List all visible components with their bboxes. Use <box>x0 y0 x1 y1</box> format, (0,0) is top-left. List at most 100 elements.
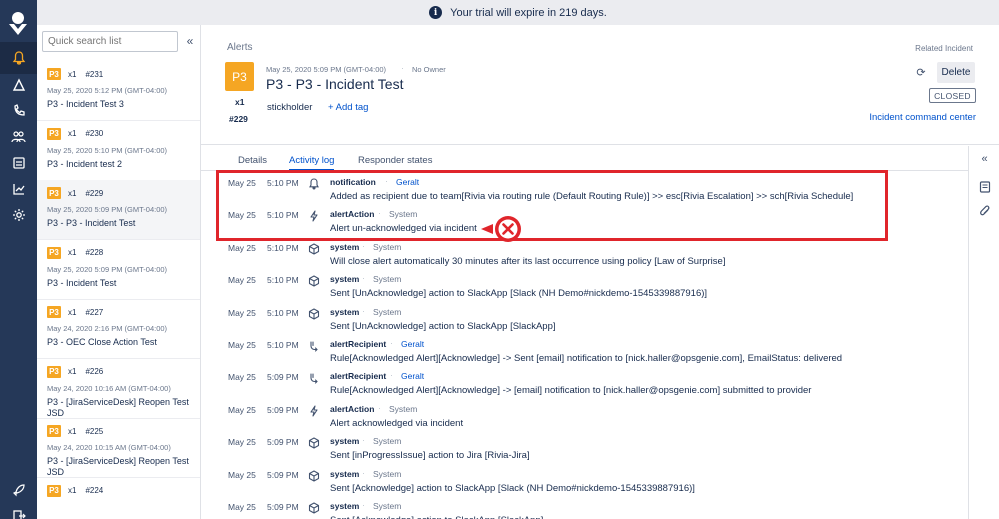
separator-dot: · <box>390 338 393 348</box>
log-message: Rule[Acknowledged Alert][Acknowledge] ->… <box>330 385 812 397</box>
log-type: alertRecipient <box>330 371 387 382</box>
tab-details[interactable]: Details <box>238 155 267 171</box>
alert-title: P3 - Incident Test 3 <box>47 99 124 109</box>
alert-list-panel: « P3 x1 #231 May 25, 2020 5:12 PM (GMT-04:0… <box>37 25 201 519</box>
alert-tabs: Details Activity log Responder states <box>201 146 968 171</box>
list-item[interactable]: P3 x1 #226 May 24, 2020 10:16 AM (GMT-04:00… <box>37 359 200 419</box>
priority-badge: P3 <box>47 365 61 378</box>
right-rail: « <box>968 146 999 519</box>
priority-badge: P3 <box>47 187 61 199</box>
log-actor[interactable]: Geralt <box>401 371 424 381</box>
log-time: 5:10 PM <box>267 242 299 253</box>
alert-count: x1 <box>68 307 77 317</box>
separator-dot: · <box>362 305 365 316</box>
priority-badge: P3 <box>47 127 61 140</box>
alert-number: #226 <box>85 367 104 376</box>
priority-badge: P3 <box>47 425 61 437</box>
alert-owner[interactable]: No Owner <box>412 65 446 74</box>
priority-badge: P3 <box>47 68 61 80</box>
log-actor[interactable]: Geralt <box>401 339 424 349</box>
log-row: May 25 5:10 PM system · System Will close ale… <box>201 237 968 270</box>
log-date: May 25 <box>228 502 256 512</box>
expand-panel-icon[interactable]: « <box>978 153 991 166</box>
log-time: 5:10 PM <box>267 307 299 318</box>
alert-count: x1 <box>68 486 77 495</box>
log-date: May 25 <box>228 242 256 253</box>
separator-dot: · <box>401 63 404 73</box>
separator-dot: · <box>362 435 365 446</box>
incident-command-center-link[interactable]: Incident command center <box>869 112 976 123</box>
log-date: May 25 <box>228 469 256 480</box>
refresh-icon[interactable]: ⟳ <box>914 66 928 80</box>
log-time: 5:09 PM <box>267 502 299 512</box>
add-tag-link[interactable]: + Add tag <box>328 102 368 113</box>
alert-date: May 25, 2020 5:10 PM (GMT-04:00) <box>47 145 168 155</box>
log-actor: System <box>373 241 402 252</box>
alert-count: x1 <box>68 129 77 138</box>
delete-button[interactable]: Delete <box>937 62 975 83</box>
trial-banner-text: Your trial will expire in 219 days. <box>450 6 607 19</box>
tab-activity-log[interactable]: Activity log <box>289 155 335 171</box>
list-item[interactable]: P3 x1 #228 May 25, 2020 5:09 PM (GMT-04:00)… <box>37 240 200 300</box>
bolt-icon <box>308 404 320 417</box>
alert-number: #225 <box>85 426 104 436</box>
log-type: system <box>330 274 360 285</box>
alert-count: x1 <box>68 188 77 198</box>
attachment-icon[interactable] <box>978 205 991 218</box>
settings-icon[interactable] <box>0 199 37 231</box>
log-row: May 25 5:09 PM alertAction · System Alert ack… <box>201 399 968 432</box>
log-time: 5:10 PM <box>267 340 299 350</box>
log-time: 5:09 PM <box>267 469 299 480</box>
log-date: May 25 <box>228 372 256 383</box>
cube-icon <box>308 274 320 287</box>
log-message: Sent [inProgressIssue] action to Jira [R… <box>330 450 530 462</box>
log-message: Sent [UnAcknowledge] action to SlackApp … <box>330 320 556 332</box>
cube-icon <box>308 307 320 320</box>
alert-title: P3 - Incident test 2 <box>47 158 123 169</box>
alert-count: x1 <box>68 248 77 257</box>
log-type: system <box>330 436 360 447</box>
alert-number: #227 <box>85 307 104 317</box>
list-item[interactable]: P3 x1 #229 May 25, 2020 5:09 PM (GMT-04:00)… <box>37 180 200 240</box>
collapse-list-icon[interactable]: « <box>183 33 197 49</box>
log-row: May 25 5:09 PM alertRecipient · Geralt Rule[A… <box>201 366 968 399</box>
log-type: system <box>330 306 360 317</box>
list-item[interactable]: P3 x1 #225 May 24, 2020 10:15 AM (GMT-04:00… <box>37 418 200 478</box>
alert-title: P3 - [JiraServiceDesk] Reopen Test JSD <box>47 456 189 477</box>
list-item[interactable]: P3 x1 #230 May 25, 2020 5:10 PM (GMT-04:00)… <box>37 121 200 181</box>
notes-icon[interactable] <box>978 181 991 194</box>
log-type: system <box>330 501 360 511</box>
alert-title: P3 - P3 - Incident Test <box>47 218 136 228</box>
log-actor: System <box>373 468 402 479</box>
log-time: 5:10 PM <box>267 275 299 286</box>
priority-badge: P3 <box>47 306 61 318</box>
recipient-icon <box>308 371 320 384</box>
alert-header: Alerts P3 x1 #229 May 25, 2020 5:09 PM (… <box>201 25 999 145</box>
tab-responder-states[interactable]: Responder states <box>358 155 432 171</box>
alert-number: #230 <box>85 129 104 138</box>
alert-title: P3 - OEC Close Action Test <box>47 337 157 347</box>
list-item[interactable]: P3 x1 #231 May 25, 2020 5:12 PM (GMT-04:00)… <box>37 61 200 121</box>
list-item[interactable]: P3 x1 #227 May 24, 2020 2:16 PM (GMT-04:00)… <box>37 299 200 359</box>
log-time: 5:09 PM <box>267 437 299 448</box>
logo-icon[interactable] <box>6 10 30 36</box>
log-row: May 25 5:09 PM system· System Sent [Acknowle… <box>201 496 968 519</box>
alert-date: May 24, 2020 10:16 AM (GMT-04:00) <box>47 383 171 393</box>
tag-chip[interactable]: stickholder <box>267 102 312 113</box>
quick-search-input[interactable] <box>42 31 178 52</box>
log-date: May 25 <box>228 437 256 448</box>
logout-icon[interactable] <box>0 500 37 519</box>
breadcrumb-alerts[interactable]: Alerts <box>227 42 253 53</box>
alert-number: #229 <box>85 188 104 198</box>
log-date: May 25 <box>228 307 256 318</box>
cube-icon <box>308 242 320 255</box>
alert-date: May 25, 2020 5:09 PM (GMT-04:00) <box>266 65 387 74</box>
log-type: alertAction <box>330 403 375 414</box>
log-type: system <box>330 241 360 252</box>
separator-dot: · <box>390 370 393 381</box>
alert-date: May 25, 2020 5:12 PM (GMT-04:00) <box>47 86 168 95</box>
priority-badge: P3 <box>47 246 61 259</box>
alert-title: P3 - [JiraServiceDesk] Reopen Test JSD <box>47 396 189 418</box>
separator-dot: · <box>362 273 365 284</box>
list-item[interactable]: P3 x1 #224 <box>37 478 200 519</box>
